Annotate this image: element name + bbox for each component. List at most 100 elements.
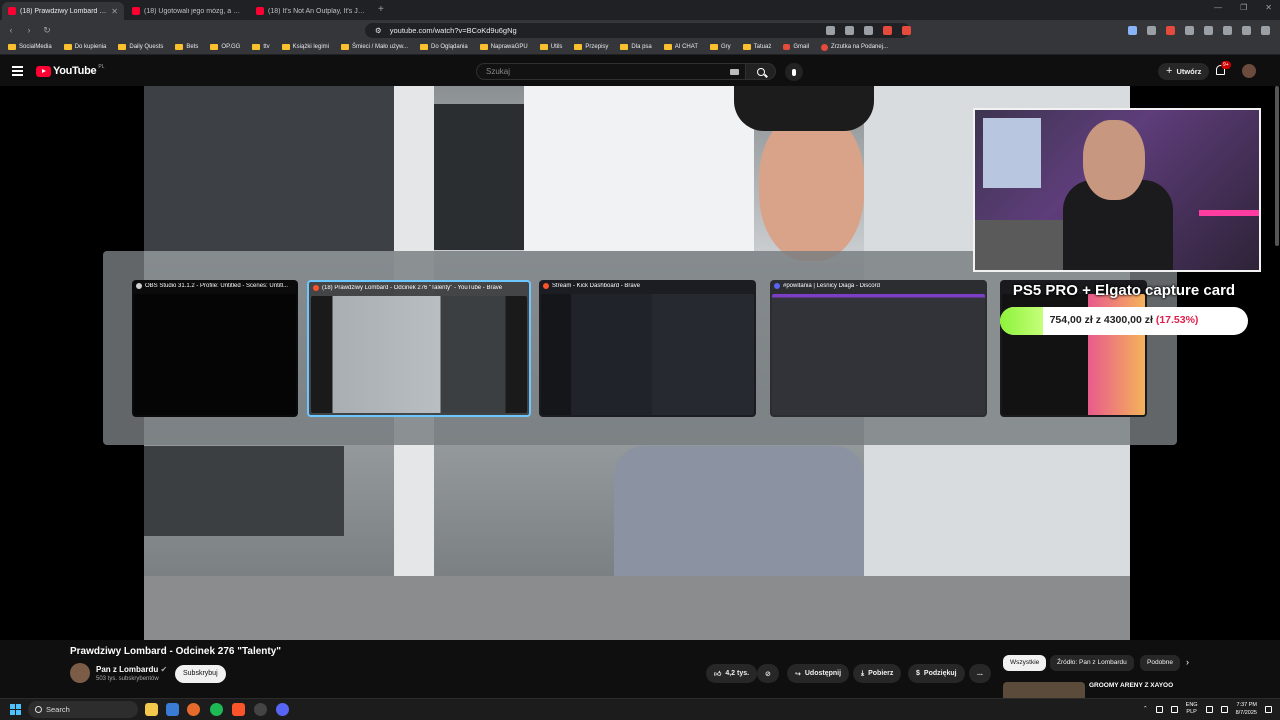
window-preview bbox=[541, 294, 754, 415]
notification-center-icon[interactable] bbox=[1265, 705, 1272, 713]
brave-shield-icon[interactable] bbox=[883, 25, 892, 35]
bookmark-item[interactable]: Tatuaż bbox=[742, 44, 771, 50]
bookmark-item[interactable]: NaprawaGPU bbox=[479, 44, 528, 50]
folder-icon bbox=[479, 44, 488, 50]
display-icon[interactable] bbox=[1205, 705, 1213, 713]
reload-icon[interactable]: ↻ bbox=[40, 25, 54, 36]
clock[interactable]: 7:37 PM 8/7/2025 bbox=[1236, 701, 1257, 717]
dislike-button[interactable]: ⊘ bbox=[757, 664, 779, 683]
bookmark-item[interactable]: Bets bbox=[175, 44, 198, 50]
bookmark-item[interactable]: Do Oglądania bbox=[420, 44, 468, 50]
bookmark-item[interactable]: Utils bbox=[539, 44, 562, 50]
cast-icon[interactable] bbox=[826, 25, 835, 35]
browser-tab[interactable]: (18) Ugotowali jego mózg, a go złoc bbox=[126, 2, 248, 20]
keyboard-icon[interactable] bbox=[730, 69, 739, 75]
bookmark-item[interactable]: Do kupienia bbox=[63, 44, 106, 50]
gmail-icon bbox=[783, 44, 791, 50]
site-info-icon[interactable]: ⚙ bbox=[375, 26, 382, 35]
obs-taskbar-icon[interactable] bbox=[254, 703, 267, 716]
file-explorer-icon[interactable] bbox=[145, 703, 158, 716]
bookmark-item[interactable]: OP.GG bbox=[210, 44, 240, 50]
new-tab-button[interactable]: + bbox=[378, 2, 384, 20]
thanks-button[interactable]: $ Podziękuj bbox=[908, 664, 965, 683]
voice-search-button[interactable] bbox=[785, 63, 803, 81]
chip-next-icon[interactable]: › bbox=[1186, 657, 1189, 667]
recommended-title[interactable]: GROOMY ARENY Z XAYOO bbox=[1089, 682, 1173, 689]
menu-hamburger-icon[interactable] bbox=[12, 66, 23, 78]
switcher-window-kick[interactable]: Stream - Kick Dashboard - Brave bbox=[539, 280, 756, 417]
bookmark-item[interactable]: Dla psa bbox=[620, 44, 652, 50]
bookmark-item[interactable]: Przepisy bbox=[574, 44, 608, 50]
media-icon[interactable] bbox=[1242, 25, 1251, 35]
switcher-window-youtube[interactable]: (18) Prawdziwy Lombard - Odcinek 276 "Ta… bbox=[307, 280, 531, 417]
browser-tab-active[interactable]: (18) Prawdziwy Lombard - Od ✕ bbox=[2, 2, 124, 20]
folder-icon bbox=[742, 44, 751, 50]
chip-from-channel[interactable]: Źródło: Pan z Lombardu bbox=[1050, 655, 1134, 671]
bookmark-item[interactable]: AI CHAT bbox=[663, 44, 698, 50]
channel-name[interactable]: Pan z Lombardu ✔ bbox=[96, 665, 167, 674]
recommended-thumbnail[interactable] bbox=[1003, 682, 1085, 698]
bookmark-item[interactable]: Książki legimi bbox=[281, 44, 329, 50]
translate-icon[interactable] bbox=[845, 25, 854, 35]
extension-icon[interactable] bbox=[1147, 25, 1156, 35]
like-button[interactable]: 👍︎ 4,2 tys. bbox=[706, 664, 758, 683]
video-title: Prawdziwy Lombard - Odcinek 276 "Talenty… bbox=[70, 646, 282, 657]
chip-similar[interactable]: Podobne bbox=[1140, 655, 1181, 671]
share-arrow-icon: ↪ bbox=[795, 670, 801, 678]
bookmark-item[interactable]: SocialMedia bbox=[8, 44, 52, 50]
browser-tab[interactable]: (18) It's Not An Outplay, It's Just Wa bbox=[250, 2, 372, 20]
clock-time: 7:37 PM bbox=[1236, 702, 1257, 708]
bookmark-item[interactable]: Śmieci / Mało używ... bbox=[341, 44, 408, 50]
store-icon[interactable] bbox=[166, 703, 179, 716]
search-button[interactable] bbox=[746, 63, 776, 80]
switcher-window-obs[interactable]: OBS Studio 31.1.2 - Profile: Untitled - … bbox=[132, 280, 298, 417]
create-button[interactable]: + Utwórz bbox=[1158, 63, 1210, 80]
taskbar-search[interactable]: Search bbox=[28, 701, 138, 718]
forward-icon[interactable]: › bbox=[22, 25, 36, 35]
spotify-icon[interactable] bbox=[210, 703, 223, 716]
network-icon[interactable] bbox=[1170, 705, 1178, 713]
account-avatar[interactable] bbox=[1242, 64, 1256, 78]
switcher-window-discord[interactable]: #powitania | Leśnicy Diaga - Discord bbox=[770, 280, 987, 417]
more-actions-button[interactable]: ... bbox=[969, 664, 991, 683]
youtube-logo[interactable]: YouTube PL bbox=[36, 64, 104, 77]
extension-icon[interactable] bbox=[1166, 25, 1175, 35]
bookmark-item[interactable]: Gry bbox=[710, 44, 731, 50]
language-indicator[interactable]: ENG PLP bbox=[1186, 702, 1198, 716]
firefox-icon[interactable] bbox=[187, 703, 200, 716]
tab-close-icon[interactable]: ✕ bbox=[111, 7, 118, 16]
volume-icon[interactable] bbox=[1220, 705, 1228, 713]
close-window-icon[interactable]: ✕ bbox=[1265, 3, 1272, 12]
windows-start-icon[interactable] bbox=[10, 704, 21, 715]
page-scrollbar[interactable] bbox=[1275, 86, 1279, 246]
sidebar-icon[interactable] bbox=[1204, 25, 1213, 35]
bookmark-item[interactable]: Gmail bbox=[783, 44, 809, 50]
share-icon[interactable] bbox=[864, 25, 873, 35]
channel-avatar[interactable] bbox=[70, 663, 90, 683]
brave-rewards-icon[interactable] bbox=[902, 25, 911, 35]
extension-icon[interactable] bbox=[1128, 25, 1137, 35]
microphone-icon bbox=[792, 68, 796, 76]
minimize-icon[interactable]: — bbox=[1214, 3, 1222, 12]
bookmark-item[interactable]: Daily Quests bbox=[118, 44, 163, 50]
lang-top: ENG bbox=[1185, 702, 1198, 708]
brave-taskbar-icon[interactable] bbox=[232, 703, 245, 716]
wallet-icon[interactable] bbox=[1223, 25, 1232, 35]
bookmark-item[interactable]: Zrzutka na Podanej... bbox=[821, 43, 888, 51]
tray-chevron-icon[interactable]: ⌃ bbox=[1143, 706, 1148, 712]
chip-all[interactable]: Wszystkie bbox=[1003, 655, 1047, 671]
search-input[interactable]: Szukaj bbox=[476, 63, 746, 80]
download-button[interactable]: ⤓ Pobierz bbox=[853, 664, 902, 683]
switcher-window-spotify[interactable] bbox=[1000, 280, 1147, 417]
subscribe-button[interactable]: Subskrybuj bbox=[175, 665, 226, 683]
youtube-header: YouTube PL Szukaj + Utwórz 9+ bbox=[0, 56, 1280, 86]
menu-icon[interactable] bbox=[1261, 25, 1270, 35]
goal-separator: z bbox=[1095, 314, 1101, 326]
back-icon[interactable]: ‹ bbox=[4, 25, 18, 35]
bookmark-item[interactable]: ttv bbox=[252, 44, 270, 50]
extensions-puzzle-icon[interactable] bbox=[1185, 25, 1194, 35]
discord-taskbar-icon[interactable] bbox=[276, 703, 289, 716]
maximize-icon[interactable]: ❐ bbox=[1240, 3, 1247, 12]
cloud-icon[interactable] bbox=[1155, 705, 1163, 713]
share-button[interactable]: ↪ Udostępnij bbox=[787, 664, 850, 683]
